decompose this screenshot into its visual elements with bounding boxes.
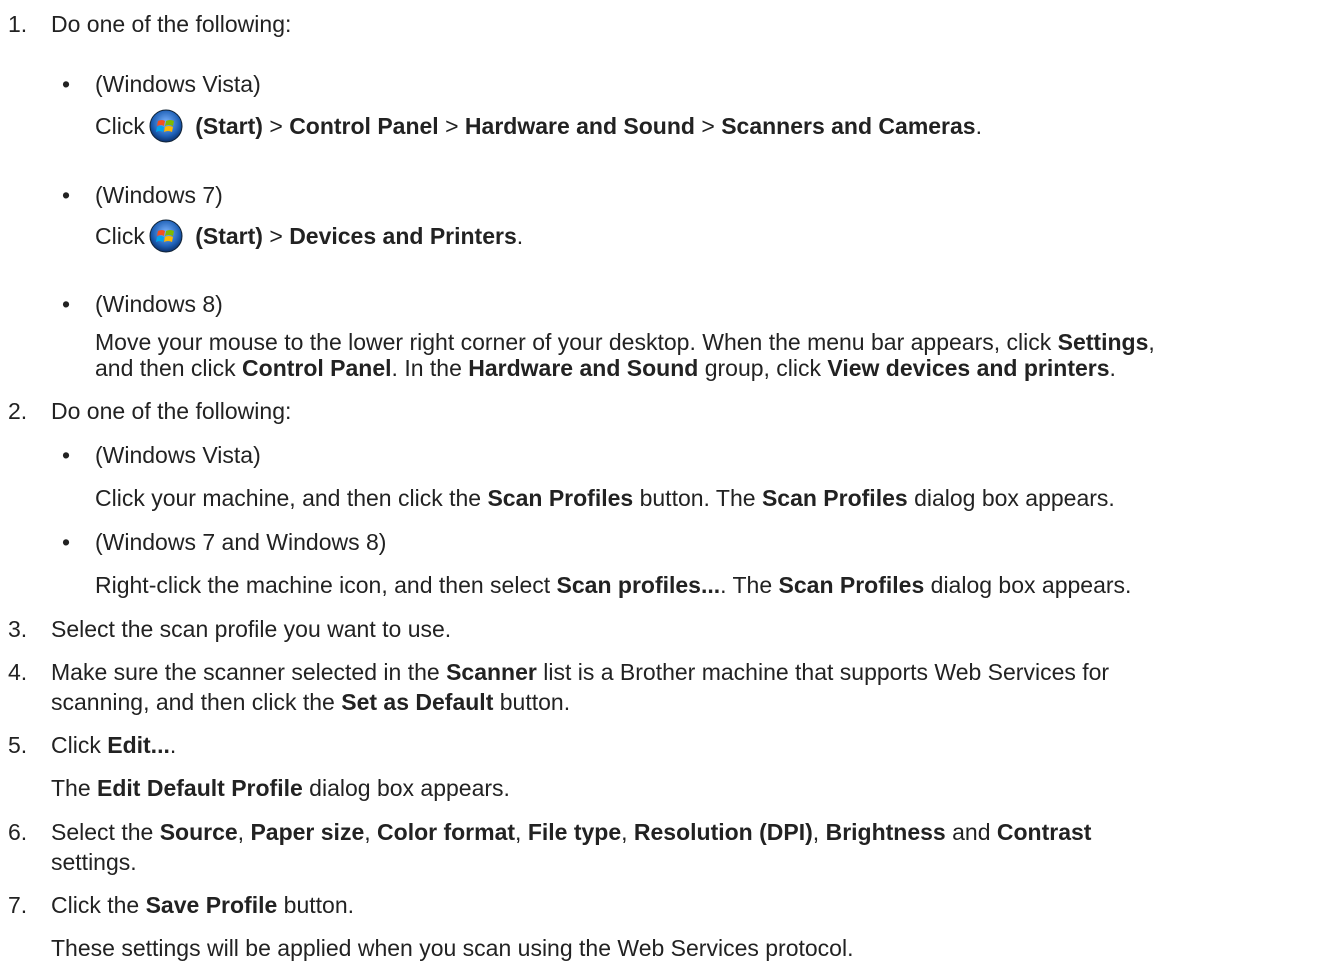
windows-start-orb-icon xyxy=(145,109,189,143)
instruction-line: Click your machine, and then click the S… xyxy=(95,485,1115,511)
option-label: (Windows 7 and Windows 8) xyxy=(95,529,387,555)
bullet: • xyxy=(62,529,71,555)
step-number: 5. xyxy=(8,732,28,758)
step-number: 4. xyxy=(8,659,28,685)
instruction-line: Right-click the machine icon, and then s… xyxy=(95,572,1132,598)
option-label: (Windows Vista) xyxy=(95,71,261,97)
step-text: Do one of the following: xyxy=(51,398,292,424)
step-text: Do one of the following: xyxy=(51,11,292,37)
bullet: • xyxy=(62,291,71,317)
bullet: • xyxy=(62,182,71,208)
step-number: 1. xyxy=(8,11,28,37)
step-text: scanning, and then click the Set as Defa… xyxy=(51,689,571,715)
step-number: 3. xyxy=(8,616,28,642)
step-number: 6. xyxy=(8,819,28,845)
instruction-line: Click (Start) > Devices and Printers. xyxy=(95,219,523,253)
step-number: 2. xyxy=(8,398,28,424)
step-text: settings. xyxy=(51,849,137,875)
step-text: Select the Source, Paper size, Color for… xyxy=(51,819,1092,845)
option-label: (Windows 8) xyxy=(95,291,223,317)
instruction-line: Click (Start) > Control Panel > Hardware… xyxy=(95,109,982,143)
bullet: • xyxy=(62,442,71,468)
bullet: • xyxy=(62,71,71,97)
step-text: Select the scan profile you want to use. xyxy=(51,616,452,642)
step-text: Click the Save Profile button. xyxy=(51,892,355,918)
step-text: The Edit Default Profile dialog box appe… xyxy=(51,775,510,801)
step-number: 7. xyxy=(8,892,28,918)
step-text: These settings will be applied when you … xyxy=(51,935,854,961)
instruction-line: and then click Control Panel. In the Har… xyxy=(95,355,1116,381)
step-text: Click Edit.... xyxy=(51,732,177,758)
option-label: (Windows 7) xyxy=(95,182,223,208)
option-label: (Windows Vista) xyxy=(95,442,261,468)
windows-start-orb-icon xyxy=(145,219,189,253)
step-text: Make sure the scanner selected in the Sc… xyxy=(51,659,1110,685)
